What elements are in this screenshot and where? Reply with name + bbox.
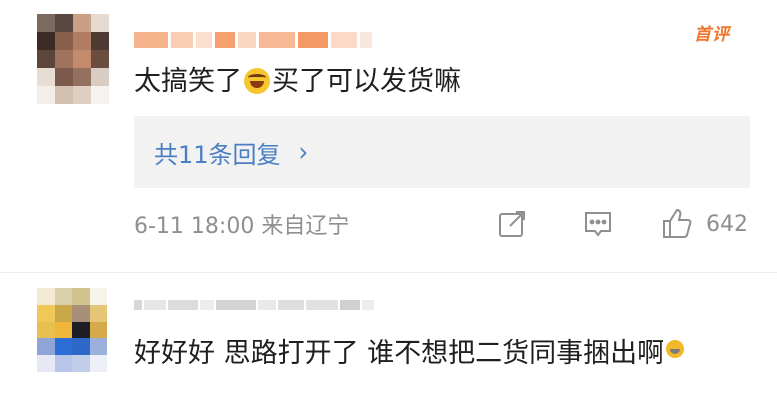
comment-text-body: 好好好 思路打开了 谁不想把二货同事捆出啊 <box>134 338 665 369</box>
emoji-small-icon <box>666 340 685 358</box>
share-button[interactable] <box>496 204 528 244</box>
action-bar: 642 <box>496 204 756 244</box>
like-button[interactable]: 642 <box>660 204 748 244</box>
laugh-emoji-icon <box>244 68 270 94</box>
comment-text-part2: 买了可以发货嘛 <box>272 66 461 97</box>
username-pixelated[interactable] <box>134 32 372 48</box>
avatar[interactable] <box>37 288 107 372</box>
comment-1: 首评 太搞笑了买了可以发货嘛 共11条回复 › 6-11 18:00 来自辽宁 <box>0 0 777 272</box>
comment-text: 好好好 思路打开了 谁不想把二货同事捆出啊 <box>134 332 754 376</box>
share-icon <box>499 211 525 237</box>
thumbs-up-icon <box>663 208 692 238</box>
username-pixelated[interactable] <box>134 300 374 312</box>
reply-button[interactable] <box>582 204 614 244</box>
comment-meta: 6-11 18:00 来自辽宁 <box>134 214 350 239</box>
chevron-right-icon: › <box>298 136 309 168</box>
first-comment-badge: 首评 <box>694 25 730 45</box>
avatar[interactable] <box>37 14 109 104</box>
comment-2: 好好好 思路打开了 谁不想把二货同事捆出啊 <box>0 272 777 400</box>
comment-icon <box>585 212 611 237</box>
replies-label: 共11条回复 <box>154 140 281 169</box>
comment-text-part1: 太搞笑了 <box>134 66 242 97</box>
replies-button[interactable]: 共11条回复 › <box>134 116 750 188</box>
like-count: 642 <box>706 211 748 237</box>
comment-text: 太搞笑了 买了可以发货嘛 <box>134 62 461 102</box>
